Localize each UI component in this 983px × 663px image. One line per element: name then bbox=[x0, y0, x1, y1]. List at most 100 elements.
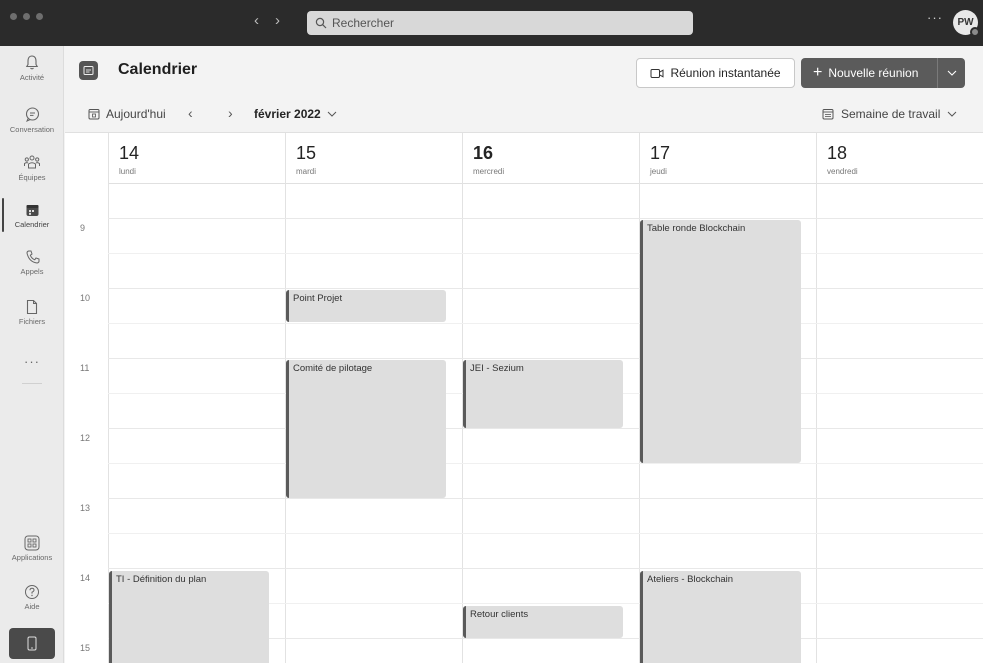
bell-icon bbox=[25, 55, 39, 70]
event-title: TI - Définition du plan bbox=[116, 574, 207, 585]
half-hour-line bbox=[108, 323, 983, 324]
apps-icon bbox=[24, 535, 40, 551]
chevron-down-icon bbox=[948, 111, 957, 117]
hour-line bbox=[108, 218, 983, 219]
hour-label: 10 bbox=[80, 293, 91, 303]
rail-label-calendar: Calendrier bbox=[14, 220, 50, 229]
day-header-today[interactable]: 16 mercredi bbox=[463, 133, 639, 184]
hour-line bbox=[108, 568, 983, 569]
hour-line bbox=[108, 358, 983, 359]
instant-meeting-label: Réunion instantanée bbox=[670, 66, 781, 80]
hour-label: 13 bbox=[80, 503, 91, 513]
search-placeholder: Rechercher bbox=[332, 16, 395, 30]
day-name: mardi bbox=[296, 167, 317, 176]
calendar-event[interactable]: Comité de pilotage bbox=[286, 360, 446, 498]
event-title: Comité de pilotage bbox=[293, 363, 373, 374]
hour-line bbox=[108, 498, 983, 499]
hour-label: 9 bbox=[80, 223, 86, 233]
app-rail: Activité Conversation Équipes Calendrier… bbox=[0, 46, 64, 663]
calendar-event[interactable]: Point Projet bbox=[286, 290, 446, 322]
chevron-down-icon bbox=[947, 70, 956, 76]
forward-arrow-icon[interactable]: › bbox=[275, 11, 280, 31]
rail-label-conversation: Conversation bbox=[9, 125, 55, 134]
rail-item-activity[interactable]: Activité bbox=[0, 50, 64, 94]
rail-item-calls[interactable]: Appels bbox=[0, 245, 64, 289]
calendar-event[interactable]: Table ronde Blockchain bbox=[640, 220, 801, 463]
day-header[interactable]: 15 mardi bbox=[286, 133, 462, 184]
half-hour-line bbox=[108, 533, 983, 534]
previous-week-icon[interactable]: ‹ bbox=[188, 105, 193, 121]
today-label: Aujourd'hui bbox=[106, 107, 166, 121]
close-window-button[interactable] bbox=[10, 13, 17, 20]
search-icon bbox=[315, 17, 327, 29]
calendar-toolbar: Aujourd'hui ‹ › février 2022 Semaine de … bbox=[65, 98, 983, 133]
instant-meeting-button[interactable]: Réunion instantanée bbox=[636, 58, 795, 88]
day-header[interactable]: 17 jeudi bbox=[640, 133, 816, 184]
new-meeting-dropdown-button[interactable] bbox=[937, 58, 965, 88]
view-selector[interactable]: Semaine de travail bbox=[822, 107, 964, 121]
back-arrow-icon[interactable]: ‹ bbox=[254, 11, 259, 31]
today-calendar-icon bbox=[88, 109, 100, 120]
day-name: lundi bbox=[119, 167, 136, 176]
avatar[interactable]: PW bbox=[953, 10, 980, 37]
rail-item-applications[interactable]: Applications bbox=[0, 531, 64, 575]
day-number: 18 bbox=[827, 143, 848, 163]
minimize-window-button[interactable] bbox=[23, 13, 30, 20]
new-meeting-button[interactable]: + Nouvelle réunion bbox=[801, 58, 965, 88]
month-selector[interactable]: février 2022 bbox=[254, 107, 337, 121]
event-title: JEI - Sezium bbox=[470, 363, 524, 374]
calendar-icon bbox=[26, 205, 38, 216]
hour-line bbox=[108, 428, 983, 429]
rail-label-applications: Applications bbox=[11, 553, 53, 562]
mobile-app-button[interactable] bbox=[9, 628, 55, 659]
help-icon bbox=[25, 585, 39, 599]
rail-item-help[interactable]: Aide bbox=[0, 580, 64, 624]
calendar-event[interactable]: Ateliers - Blockchain bbox=[640, 571, 801, 663]
rail-label-help: Aide bbox=[24, 602, 40, 611]
rail-label-activity: Activité bbox=[19, 73, 45, 82]
rail-item-teams[interactable]: Équipes bbox=[0, 150, 64, 194]
event-title: Ateliers - Blockchain bbox=[647, 574, 734, 585]
more-options-icon[interactable]: ··· bbox=[927, 10, 943, 25]
video-camera-icon bbox=[650, 68, 664, 78]
calendar-event[interactable]: TI - Définition du plan bbox=[109, 571, 269, 663]
event-title: Table ronde Blockchain bbox=[647, 223, 746, 234]
half-hour-line bbox=[108, 463, 983, 464]
page-title: Calendrier bbox=[118, 61, 198, 78]
day-name: mercredi bbox=[473, 167, 505, 176]
calendar-app-icon bbox=[79, 61, 98, 80]
view-label: Semaine de travail bbox=[841, 107, 941, 121]
new-meeting-main-button[interactable]: + Nouvelle réunion bbox=[801, 58, 937, 88]
title-bar: ‹ › Rechercher ··· PW bbox=[0, 0, 983, 46]
hour-label: 12 bbox=[80, 433, 91, 443]
event-title: Retour clients bbox=[470, 609, 529, 620]
week-grid: 14 lundi 15 mardi 16 mercredi 17 jeudi 1… bbox=[65, 133, 983, 663]
hour-label: 11 bbox=[80, 363, 90, 373]
new-meeting-label: Nouvelle réunion bbox=[828, 66, 919, 80]
hour-label: 14 bbox=[80, 573, 91, 583]
rail-item-calendar[interactable]: Calendrier bbox=[0, 199, 64, 243]
hour-line bbox=[108, 288, 983, 289]
month-label: février 2022 bbox=[254, 107, 321, 121]
rail-item-files[interactable]: Fichiers bbox=[0, 295, 64, 339]
today-button[interactable]: Aujourd'hui bbox=[88, 107, 166, 121]
more-apps-icon[interactable]: ··· bbox=[24, 354, 40, 369]
rail-item-conversation[interactable]: Conversation bbox=[0, 102, 64, 146]
day-number: 15 bbox=[296, 143, 317, 163]
maximize-window-button[interactable] bbox=[36, 13, 43, 20]
half-hour-line bbox=[108, 253, 983, 254]
view-calendar-icon bbox=[822, 109, 834, 120]
day-header[interactable]: 18 vendredi bbox=[817, 133, 983, 184]
chat-icon bbox=[25, 107, 39, 122]
presence-status-icon bbox=[970, 27, 980, 37]
search-input[interactable]: Rechercher bbox=[307, 11, 693, 35]
day-name: jeudi bbox=[650, 167, 667, 176]
grid-line bbox=[816, 133, 817, 663]
rail-divider bbox=[22, 383, 42, 384]
calendar-event[interactable]: JEI - Sezium bbox=[463, 360, 623, 428]
calendar-header: Calendrier Réunion instantanée + Nouvell… bbox=[65, 46, 983, 98]
calendar-event[interactable]: Retour clients bbox=[463, 606, 623, 638]
next-week-icon[interactable]: › bbox=[228, 105, 233, 121]
day-header[interactable]: 14 lundi bbox=[109, 133, 285, 184]
phone-icon bbox=[25, 250, 39, 264]
